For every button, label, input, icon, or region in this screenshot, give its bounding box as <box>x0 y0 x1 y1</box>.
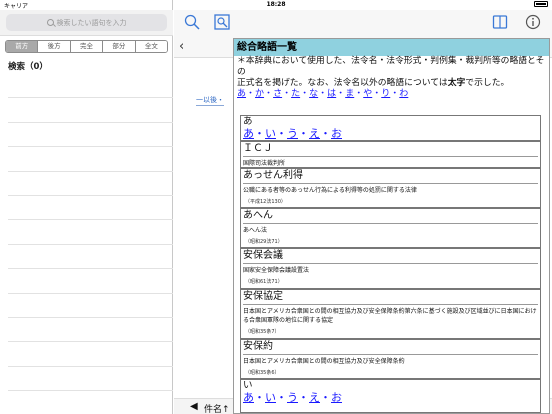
top-kana-index: あ・か・さ・た・な・は・ま・や・り・わ <box>237 89 409 99</box>
list-item[interactable] <box>8 147 173 172</box>
section-i: い あ・い・う・え・お <box>240 379 541 413</box>
abbreviation-entry[interactable]: あへん あへん法 （昭和29法71） <box>240 208 541 248</box>
kana-link[interactable]: い <box>265 391 276 404</box>
entry-name: あへん <box>243 210 538 224</box>
search-bar-container: 検索したい語句を入力 <box>0 10 173 36</box>
battery-icon <box>534 1 548 7</box>
entry-desc: 公職にある者等のあっせん行為による利得等の処罰に関する法律 <box>243 187 417 194</box>
abbreviation-entry[interactable]: ＩＣＪ 国際司法裁判所 <box>240 141 541 168</box>
section-kana-index: あ・い・う・え・お <box>243 127 342 140</box>
index-link-na[interactable]: な <box>309 89 318 99</box>
list-item[interactable] <box>8 196 173 221</box>
entry-desc: 日本国とアメリカ合衆国との間の相互協力及び安全保障条約 <box>243 358 405 365</box>
book-icon[interactable] <box>492 14 508 30</box>
list-item[interactable] <box>8 98 173 123</box>
kana-link[interactable]: お <box>331 127 342 140</box>
background-link[interactable]: 一以後・ <box>196 95 224 106</box>
result-list <box>8 74 173 392</box>
index-link-sa[interactable]: さ <box>273 89 282 99</box>
entry-date: （昭和35条7） <box>245 329 280 335</box>
entry-date: （昭和35条6） <box>245 370 280 376</box>
list-item[interactable] <box>8 367 173 392</box>
abbreviation-entry[interactable]: 安保約 日本国とアメリカ合衆国との間の相互協力及び安全保障条約 （昭和35条6） <box>240 339 541 379</box>
search-icon <box>46 19 54 26</box>
app-root: 検索したい語句を入力 前方 後方 完全 部分 全文 検索（0） ‹ 一以後・ ◀… <box>0 0 552 414</box>
list-item[interactable] <box>8 245 173 270</box>
entry-name: ＩＣＪ <box>243 143 538 157</box>
kana-link[interactable]: あ <box>243 127 254 140</box>
entry-date: （昭和61法71） <box>245 279 283 285</box>
abbreviation-entry[interactable]: 安保協定 日本国とアメリカ合衆国との間の相互協力及び安全保障条約第六条に基づく施… <box>240 289 541 339</box>
list-item[interactable] <box>8 123 173 148</box>
segment-suffix[interactable]: 後方 <box>38 41 71 52</box>
back-chevron-icon[interactable]: ‹ <box>179 40 184 53</box>
list-item[interactable] <box>8 269 173 294</box>
abbreviation-entry[interactable]: 安保会議 国家安全保障会議設置法 （昭和61法71） <box>240 248 541 289</box>
desc-line-2a: 正式名を掲げた。なお、法令名以外の略語については <box>237 78 448 88</box>
clock: 18:28 <box>266 1 286 8</box>
status-bar: キャリア 18:28 <box>0 0 552 10</box>
list-item[interactable] <box>8 318 173 343</box>
entry-name: 安保約 <box>243 341 538 355</box>
entry-name: あっせん利得 <box>243 170 538 184</box>
kana-link[interactable]: う <box>287 391 298 404</box>
kana-link[interactable]: え <box>309 391 320 404</box>
search-icon[interactable] <box>184 14 200 30</box>
prev-arrow-icon[interactable]: ◀ <box>190 401 198 412</box>
sidebar: 検索したい語句を入力 前方 後方 完全 部分 全文 検索（0） <box>0 0 173 414</box>
index-link-ri[interactable]: り <box>381 89 390 99</box>
list-item[interactable] <box>8 220 173 245</box>
entry-date: （平成12法130） <box>245 199 286 205</box>
entry-desc: 国際司法裁判所 <box>243 160 286 167</box>
abbreviation-entry[interactable]: あっせん利得 公職にある者等のあっせん行為による利得等の処罰に関する法律 （平成… <box>240 168 541 208</box>
kana-link[interactable]: え <box>309 127 320 140</box>
desc-line-2c: で示した。 <box>465 78 510 88</box>
abbreviation-popover: 総合略語一覧 ＊本辞典において使用した、法令名・法令形式・判例集・裁判所等の略語… <box>233 38 550 414</box>
image-search-icon[interactable] <box>214 14 230 30</box>
kana-link[interactable]: お <box>331 391 342 404</box>
index-link-ha[interactable]: は <box>327 89 336 99</box>
popover-title: 総合略語一覧 <box>234 39 549 56</box>
kana-link[interactable]: う <box>287 127 298 140</box>
index-link-wa[interactable]: わ <box>399 89 408 99</box>
entry-date: （昭和29法71） <box>245 239 283 245</box>
entry-name: 安保会議 <box>243 250 538 264</box>
kana-link[interactable]: あ <box>243 391 254 404</box>
list-item[interactable] <box>8 294 173 318</box>
index-link-ta[interactable]: た <box>291 89 300 99</box>
bottom-label: 件名↑ <box>204 405 230 414</box>
index-link-a[interactable]: あ <box>237 89 246 99</box>
kana-link[interactable]: い <box>265 127 276 140</box>
entry-desc: 国家安全保障会議設置法 <box>243 267 310 274</box>
section-heading: い <box>243 380 253 391</box>
desc-bold-word: 太字 <box>447 78 466 88</box>
result-count: 検索（0） <box>8 62 48 72</box>
index-link-ka[interactable]: か <box>255 89 264 99</box>
section-heading: あ <box>243 116 253 127</box>
entry-desc: あへん法 <box>243 227 268 234</box>
search-mode-segmented-control: 前方 後方 完全 部分 全文 <box>5 40 168 53</box>
main-toolbar <box>174 10 552 36</box>
search-placeholder: 検索したい語句を入力 <box>56 18 127 27</box>
list-item[interactable] <box>8 342 173 367</box>
segment-fulltext[interactable]: 全文 <box>135 41 167 52</box>
segment-prefix[interactable]: 前方 <box>6 41 39 52</box>
segment-partial[interactable]: 部分 <box>103 41 136 52</box>
section-kana-index: あ・い・う・え・お <box>243 391 342 404</box>
index-link-ya[interactable]: や <box>363 89 372 99</box>
entry-name: 安保協定 <box>243 291 538 305</box>
entry-desc: 日本国とアメリカ合衆国との間の相互協力及び安全保障条約第六条に基づく施設及び区域… <box>243 308 537 324</box>
search-input[interactable]: 検索したい語句を入力 <box>6 14 167 31</box>
index-link-ma[interactable]: ま <box>345 89 354 99</box>
list-item[interactable] <box>8 74 173 99</box>
desc-line-1: ＊本辞典において使用した、法令名・法令形式・判例集・裁判所等の略語とその <box>237 56 545 77</box>
list-item[interactable] <box>8 172 173 196</box>
segment-exact[interactable]: 完全 <box>70 41 104 52</box>
info-icon[interactable] <box>525 14 541 30</box>
popover-description: ＊本辞典において使用した、法令名・法令形式・判例集・裁判所等の略語とその 正式名… <box>234 56 549 89</box>
section-a: あ あ・い・う・え・お <box>240 115 541 141</box>
